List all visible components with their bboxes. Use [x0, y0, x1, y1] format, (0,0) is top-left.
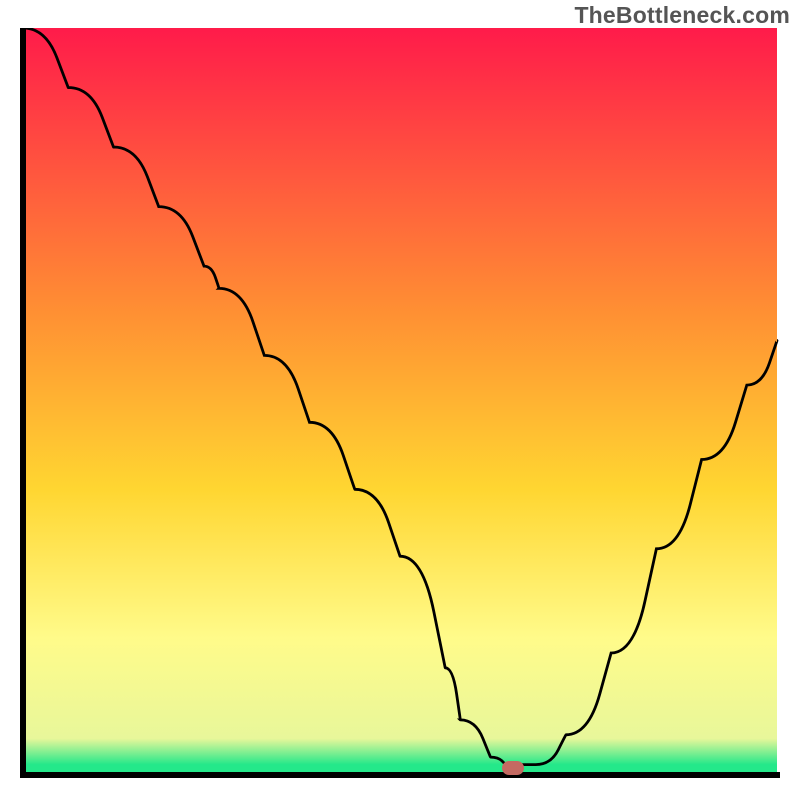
- watermark-text: TheBottleneck.com: [574, 2, 790, 29]
- optimal-point-marker: [502, 761, 524, 775]
- bottleneck-chart-svg: [20, 28, 780, 780]
- chart-container: [20, 28, 780, 780]
- gradient-background: [23, 28, 777, 772]
